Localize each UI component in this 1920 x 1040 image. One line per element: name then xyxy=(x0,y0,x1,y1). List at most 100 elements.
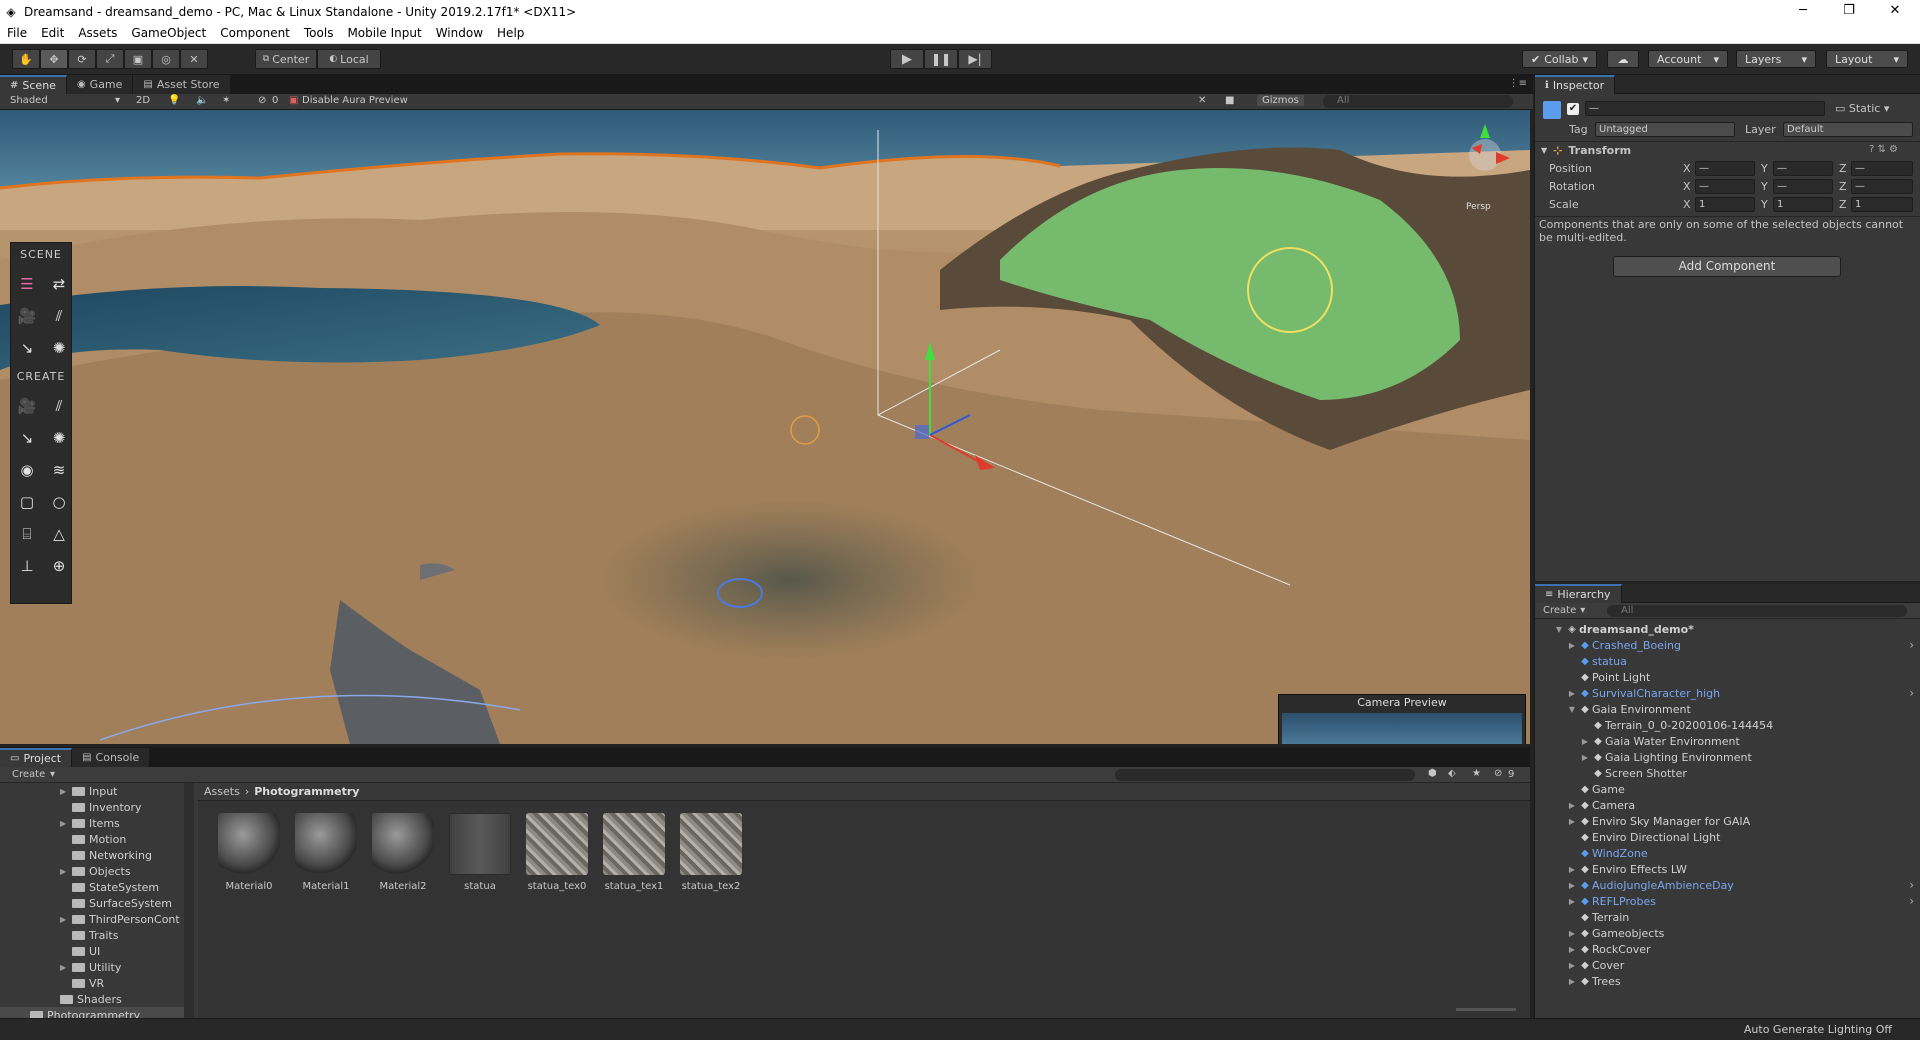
expand-arrow-icon[interactable]: ▶ xyxy=(1566,929,1578,938)
transform-header[interactable]: ▼ ⊹ Transform xyxy=(1541,144,1631,157)
position-x-field[interactable]: — xyxy=(1695,161,1755,176)
collab-dropdown[interactable]: ✔ Collab ▾ xyxy=(1522,50,1597,68)
folder-item[interactable]: Traits xyxy=(0,927,190,943)
hierarchy-item[interactable]: ▼ ◆ Gaia Environment xyxy=(1535,701,1920,717)
shading-mode-dropdown[interactable]: Shaded xyxy=(10,95,48,106)
maximize-button[interactable]: ❐ xyxy=(1826,0,1872,23)
play-button[interactable]: ▶ xyxy=(890,49,924,69)
hidden-packages-icon[interactable]: ⊘ xyxy=(1494,768,1502,779)
hierarchy-search-input[interactable]: All xyxy=(1607,605,1907,617)
asset-item[interactable]: Material1 xyxy=(289,813,363,892)
menu-mobile-input[interactable]: Mobile Input xyxy=(340,26,428,40)
hierarchy-item[interactable]: ▶ ◆ RockCover xyxy=(1535,941,1920,957)
position-z-field[interactable]: — xyxy=(1851,161,1913,176)
create-target-icon[interactable]: ⊕ xyxy=(44,551,74,581)
create-cone-icon[interactable]: △ xyxy=(44,519,74,549)
expand-arrow-icon[interactable]: ▶ xyxy=(1566,945,1578,954)
favorite-star-icon[interactable]: ★ xyxy=(1472,768,1481,779)
hidden-objects-icon[interactable]: ⊘ xyxy=(258,95,266,106)
add-component-button[interactable]: Add Component xyxy=(1613,256,1841,277)
asset-item[interactable]: statua_tex2 xyxy=(674,813,748,892)
auto-lighting-status[interactable]: Auto Generate Lighting Off xyxy=(1744,1023,1892,1036)
project-create-dropdown[interactable]: Create xyxy=(12,769,45,780)
expand-arrow-icon[interactable]: ▶ xyxy=(1566,865,1578,874)
hierarchy-item[interactable]: ▶ ◆ Enviro Effects LW xyxy=(1535,861,1920,877)
close-button[interactable]: ✕ xyxy=(1872,0,1918,23)
zoom-slider[interactable] xyxy=(1456,1008,1516,1011)
menu-edit[interactable]: Edit xyxy=(34,26,71,40)
create-axis-icon[interactable]: ⊥ xyxy=(12,551,42,581)
hierarchy-item[interactable]: ◆ statua xyxy=(1535,653,1920,669)
pivot-local-toggle[interactable]: ◐ Local xyxy=(317,49,381,69)
hierarchy-item[interactable]: ◆ Game xyxy=(1535,781,1920,797)
folder-item[interactable]: UI xyxy=(0,943,190,959)
hierarchy-item[interactable]: ◆ Terrain_0_0-20200106-144454 xyxy=(1535,717,1920,733)
breadcrumb-current[interactable]: Photogrammetry xyxy=(254,785,359,798)
hierarchy-item[interactable]: ▶ ◆ Trees xyxy=(1535,973,1920,989)
hand-tool-icon[interactable]: ✋ xyxy=(12,49,40,69)
hierarchy-item[interactable]: ▶ ◆ AudioJungleAmbienceDay › xyxy=(1535,877,1920,893)
asset-item[interactable]: statua_tex1 xyxy=(597,813,671,892)
expand-arrow-icon[interactable]: ▶ xyxy=(1566,961,1578,970)
hierarchy-item[interactable]: ◆ Screen Shotter xyxy=(1535,765,1920,781)
mode-2d-toggle[interactable]: 2D xyxy=(136,95,150,106)
folder-item[interactable]: ▶ Objects xyxy=(0,863,190,879)
expand-arrow-icon[interactable]: ▶ xyxy=(60,787,72,796)
expand-arrow-icon[interactable]: ▶ xyxy=(1566,801,1578,810)
prefab-open-chevron-icon[interactable]: › xyxy=(1909,686,1914,700)
expand-arrow-icon[interactable]: ▶ xyxy=(1566,817,1578,826)
account-dropdown[interactable]: Account ▾ xyxy=(1648,50,1728,68)
tab-asset-store[interactable]: ▤ Asset Store xyxy=(133,75,231,94)
folder-item[interactable]: ▶ ThirdPersonCont xyxy=(0,911,190,927)
layers-dropdown[interactable]: Layers ▾ xyxy=(1736,50,1816,68)
swap-icon[interactable]: ⇄ xyxy=(44,269,74,299)
hierarchy-item[interactable]: ▶ ◆ Cover xyxy=(1535,957,1920,973)
menu-assets[interactable]: Assets xyxy=(71,26,124,40)
effects-toggle-icon[interactable]: ✶ xyxy=(222,95,230,106)
pause-button[interactable]: ❚❚ xyxy=(924,49,958,69)
tab-inspector[interactable]: ℹ Inspector xyxy=(1535,74,1616,94)
scale-y-field[interactable]: 1 xyxy=(1773,197,1833,212)
asset-item[interactable]: Material2 xyxy=(366,813,440,892)
rotation-y-field[interactable]: — xyxy=(1773,179,1833,194)
hierarchy-item[interactable]: ▶ ◆ Camera xyxy=(1535,797,1920,813)
scene-search-input[interactable]: All xyxy=(1323,95,1513,108)
expand-arrow-icon[interactable]: ▶ xyxy=(1579,737,1591,746)
lighting-toggle-icon[interactable]: 💡 xyxy=(168,95,180,106)
rotate-tool-icon[interactable]: ⟳ xyxy=(68,49,96,69)
scene-viewport[interactable]: Persp SCENE ☰ ⇄ 🎥 ⫽ ↘ ✺ CREATE 🎥 ⫽ ↘ ✺ ◉… xyxy=(0,110,1530,744)
tag-dropdown[interactable]: Untagged xyxy=(1595,122,1735,137)
component-settings-icon[interactable]: ? ⇅ ⚙ xyxy=(1869,144,1898,155)
hierarchy-item[interactable]: ▶ ◆ Gameobjects xyxy=(1535,925,1920,941)
hierarchy-item[interactable]: ◆ Point Light xyxy=(1535,669,1920,685)
create-audio-icon[interactable]: ◉ xyxy=(12,455,42,485)
scale-tool-icon[interactable]: ⤢ xyxy=(96,49,124,69)
folder-item[interactable]: Motion xyxy=(0,831,190,847)
cloud-button[interactable]: ☁ xyxy=(1607,50,1639,68)
folder-item[interactable]: Inventory xyxy=(0,799,190,815)
expand-arrow-icon[interactable]: ▶ xyxy=(1566,881,1578,890)
expand-arrow-icon[interactable]: ▶ xyxy=(60,915,72,924)
expand-arrow-icon[interactable]: ▶ xyxy=(1566,641,1578,650)
move-tool-icon[interactable]: ✥ xyxy=(40,49,68,69)
hierarchy-item[interactable]: ▶ ◆ REFLProbes › xyxy=(1535,893,1920,909)
step-button[interactable]: ▶| xyxy=(958,49,992,69)
create-camera-icon[interactable]: 🎥 xyxy=(12,391,42,421)
hierarchy-create-dropdown[interactable]: Create xyxy=(1543,605,1576,616)
folder-item[interactable]: ▶ Utility xyxy=(0,959,190,975)
tab-scene[interactable]: # Scene xyxy=(0,75,67,94)
gizmos-dropdown[interactable]: Gizmos xyxy=(1257,95,1304,106)
expand-arrow-icon[interactable]: ▶ xyxy=(1566,897,1578,906)
hierarchy-item[interactable]: ◆ Enviro Directional Light xyxy=(1535,829,1920,845)
folder-item[interactable]: ▶ Input xyxy=(0,783,190,799)
menu-tools[interactable]: Tools xyxy=(297,26,341,40)
position-y-field[interactable]: — xyxy=(1773,161,1833,176)
hierarchy-item[interactable]: ▶ ◆ SurvivalCharacter_high › xyxy=(1535,685,1920,701)
sun-icon[interactable]: ✺ xyxy=(44,333,74,363)
scene-view-icon[interactable]: ☰ xyxy=(12,269,42,299)
asset-item[interactable]: Material0 xyxy=(212,813,286,892)
scale-x-field[interactable]: 1 xyxy=(1695,197,1755,212)
asset-item[interactable]: statua_tex0 xyxy=(520,813,594,892)
active-checkbox[interactable]: ✔ xyxy=(1567,103,1579,115)
rotation-x-field[interactable]: — xyxy=(1695,179,1755,194)
